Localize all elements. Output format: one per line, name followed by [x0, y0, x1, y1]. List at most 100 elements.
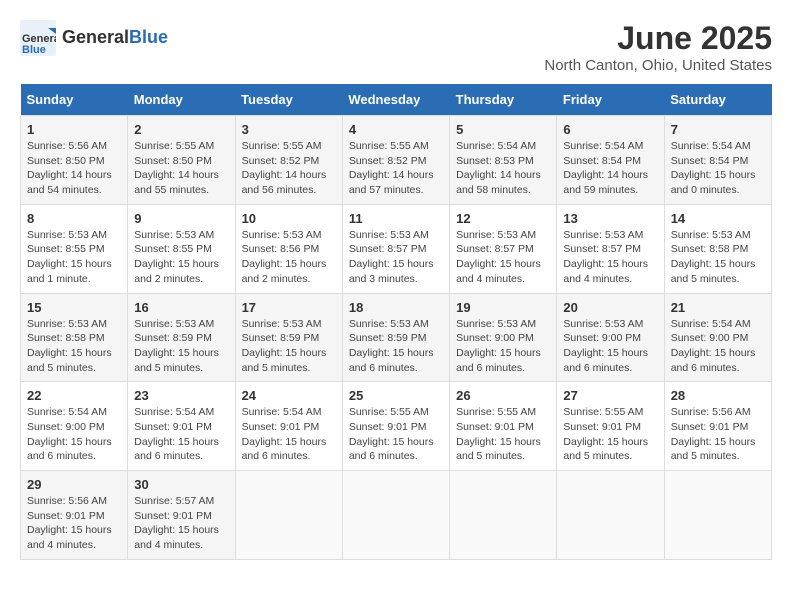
day-28: 28 Sunrise: 5:56 AMSunset: 9:01 PMDaylig…	[664, 382, 771, 471]
day-7: 7 Sunrise: 5:54 AMSunset: 8:54 PMDayligh…	[664, 116, 771, 205]
day-6: 6 Sunrise: 5:54 AMSunset: 8:54 PMDayligh…	[557, 116, 664, 205]
day-25: 25 Sunrise: 5:55 AMSunset: 9:01 PMDaylig…	[342, 382, 449, 471]
day-info: Sunrise: 5:53 AMSunset: 8:57 PMDaylight:…	[563, 228, 657, 287]
day-26: 26 Sunrise: 5:55 AMSunset: 9:01 PMDaylig…	[450, 382, 557, 471]
day-18: 18 Sunrise: 5:53 AMSunset: 8:59 PMDaylig…	[342, 293, 449, 382]
day-20: 20 Sunrise: 5:53 AMSunset: 9:00 PMDaylig…	[557, 293, 664, 382]
day-info: Sunrise: 5:53 AMSunset: 8:55 PMDaylight:…	[27, 228, 121, 287]
day-21: 21 Sunrise: 5:54 AMSunset: 9:00 PMDaylig…	[664, 293, 771, 382]
day-info: Sunrise: 5:54 AMSunset: 8:54 PMDaylight:…	[671, 139, 765, 198]
day-number: 8	[27, 211, 121, 226]
day-info: Sunrise: 5:53 AMSunset: 8:59 PMDaylight:…	[242, 317, 336, 376]
day-11: 11 Sunrise: 5:53 AMSunset: 8:57 PMDaylig…	[342, 204, 449, 293]
main-title: June 2025	[544, 20, 772, 57]
empty-cell	[342, 471, 449, 560]
day-27: 27 Sunrise: 5:55 AMSunset: 9:01 PMDaylig…	[557, 382, 664, 471]
day-29: 29 Sunrise: 5:56 AMSunset: 9:01 PMDaylig…	[21, 471, 128, 560]
day-8: 8 Sunrise: 5:53 AMSunset: 8:55 PMDayligh…	[21, 204, 128, 293]
day-number: 4	[349, 122, 443, 137]
day-info: Sunrise: 5:53 AMSunset: 8:57 PMDaylight:…	[456, 228, 550, 287]
day-5: 5 Sunrise: 5:54 AMSunset: 8:53 PMDayligh…	[450, 116, 557, 205]
day-info: Sunrise: 5:57 AMSunset: 9:01 PMDaylight:…	[134, 494, 228, 553]
day-info: Sunrise: 5:54 AMSunset: 8:53 PMDaylight:…	[456, 139, 550, 198]
day-number: 28	[671, 388, 765, 403]
day-14: 14 Sunrise: 5:53 AMSunset: 8:58 PMDaylig…	[664, 204, 771, 293]
header-friday: Friday	[557, 84, 664, 116]
day-info: Sunrise: 5:56 AMSunset: 9:01 PMDaylight:…	[671, 405, 765, 464]
day-number: 2	[134, 122, 228, 137]
day-info: Sunrise: 5:56 AMSunset: 9:01 PMDaylight:…	[27, 494, 121, 553]
day-number: 29	[27, 477, 121, 492]
day-number: 14	[671, 211, 765, 226]
day-info: Sunrise: 5:54 AMSunset: 9:00 PMDaylight:…	[27, 405, 121, 464]
day-number: 7	[671, 122, 765, 137]
day-info: Sunrise: 5:53 AMSunset: 9:00 PMDaylight:…	[563, 317, 657, 376]
subtitle: North Canton, Ohio, United States	[544, 57, 772, 74]
empty-cell	[664, 471, 771, 560]
day-1: 1 Sunrise: 5:56 AMSunset: 8:50 PMDayligh…	[21, 116, 128, 205]
day-info: Sunrise: 5:55 AMSunset: 9:01 PMDaylight:…	[349, 405, 443, 464]
empty-cell	[235, 471, 342, 560]
logo-general-text: General	[62, 27, 129, 47]
weekday-header-row: Sunday Monday Tuesday Wednesday Thursday…	[21, 84, 772, 116]
day-3: 3 Sunrise: 5:55 AMSunset: 8:52 PMDayligh…	[235, 116, 342, 205]
day-19: 19 Sunrise: 5:53 AMSunset: 9:00 PMDaylig…	[450, 293, 557, 382]
day-number: 16	[134, 300, 228, 315]
header-thursday: Thursday	[450, 84, 557, 116]
day-23: 23 Sunrise: 5:54 AMSunset: 9:01 PMDaylig…	[128, 382, 235, 471]
day-number: 24	[242, 388, 336, 403]
day-info: Sunrise: 5:53 AMSunset: 9:00 PMDaylight:…	[456, 317, 550, 376]
day-number: 21	[671, 300, 765, 315]
day-number: 19	[456, 300, 550, 315]
day-number: 10	[242, 211, 336, 226]
day-number: 6	[563, 122, 657, 137]
header-tuesday: Tuesday	[235, 84, 342, 116]
day-info: Sunrise: 5:54 AMSunset: 9:00 PMDaylight:…	[671, 317, 765, 376]
day-info: Sunrise: 5:55 AMSunset: 8:52 PMDaylight:…	[349, 139, 443, 198]
day-9: 9 Sunrise: 5:53 AMSunset: 8:55 PMDayligh…	[128, 204, 235, 293]
day-info: Sunrise: 5:53 AMSunset: 8:59 PMDaylight:…	[134, 317, 228, 376]
calendar-week-3: 15 Sunrise: 5:53 AMSunset: 8:58 PMDaylig…	[21, 293, 772, 382]
day-info: Sunrise: 5:55 AMSunset: 8:52 PMDaylight:…	[242, 139, 336, 198]
day-number: 18	[349, 300, 443, 315]
day-24: 24 Sunrise: 5:54 AMSunset: 9:01 PMDaylig…	[235, 382, 342, 471]
day-10: 10 Sunrise: 5:53 AMSunset: 8:56 PMDaylig…	[235, 204, 342, 293]
day-number: 9	[134, 211, 228, 226]
empty-cell	[450, 471, 557, 560]
day-info: Sunrise: 5:53 AMSunset: 8:58 PMDaylight:…	[671, 228, 765, 287]
day-number: 3	[242, 122, 336, 137]
day-30: 30 Sunrise: 5:57 AMSunset: 9:01 PMDaylig…	[128, 471, 235, 560]
day-number: 20	[563, 300, 657, 315]
logo-icon: General Blue	[20, 20, 56, 56]
day-number: 25	[349, 388, 443, 403]
day-22: 22 Sunrise: 5:54 AMSunset: 9:00 PMDaylig…	[21, 382, 128, 471]
day-info: Sunrise: 5:54 AMSunset: 9:01 PMDaylight:…	[242, 405, 336, 464]
day-info: Sunrise: 5:56 AMSunset: 8:50 PMDaylight:…	[27, 139, 121, 198]
day-info: Sunrise: 5:53 AMSunset: 8:55 PMDaylight:…	[134, 228, 228, 287]
svg-text:Blue: Blue	[22, 44, 46, 56]
calendar-week-1: 1 Sunrise: 5:56 AMSunset: 8:50 PMDayligh…	[21, 116, 772, 205]
day-info: Sunrise: 5:53 AMSunset: 8:57 PMDaylight:…	[349, 228, 443, 287]
day-number: 22	[27, 388, 121, 403]
day-4: 4 Sunrise: 5:55 AMSunset: 8:52 PMDayligh…	[342, 116, 449, 205]
calendar-week-4: 22 Sunrise: 5:54 AMSunset: 9:00 PMDaylig…	[21, 382, 772, 471]
day-number: 27	[563, 388, 657, 403]
header-saturday: Saturday	[664, 84, 771, 116]
day-info: Sunrise: 5:55 AMSunset: 9:01 PMDaylight:…	[456, 405, 550, 464]
day-17: 17 Sunrise: 5:53 AMSunset: 8:59 PMDaylig…	[235, 293, 342, 382]
day-16: 16 Sunrise: 5:53 AMSunset: 8:59 PMDaylig…	[128, 293, 235, 382]
day-info: Sunrise: 5:53 AMSunset: 8:56 PMDaylight:…	[242, 228, 336, 287]
day-info: Sunrise: 5:54 AMSunset: 8:54 PMDaylight:…	[563, 139, 657, 198]
day-info: Sunrise: 5:53 AMSunset: 8:58 PMDaylight:…	[27, 317, 121, 376]
calendar-week-2: 8 Sunrise: 5:53 AMSunset: 8:55 PMDayligh…	[21, 204, 772, 293]
logo: General Blue General Blue	[20, 20, 168, 56]
day-info: Sunrise: 5:55 AMSunset: 8:50 PMDaylight:…	[134, 139, 228, 198]
header-sunday: Sunday	[21, 84, 128, 116]
day-15: 15 Sunrise: 5:53 AMSunset: 8:58 PMDaylig…	[21, 293, 128, 382]
day-number: 12	[456, 211, 550, 226]
day-number: 17	[242, 300, 336, 315]
day-info: Sunrise: 5:54 AMSunset: 9:01 PMDaylight:…	[134, 405, 228, 464]
page-header: General Blue General Blue June 2025 North…	[20, 20, 772, 74]
header-monday: Monday	[128, 84, 235, 116]
day-12: 12 Sunrise: 5:53 AMSunset: 8:57 PMDaylig…	[450, 204, 557, 293]
